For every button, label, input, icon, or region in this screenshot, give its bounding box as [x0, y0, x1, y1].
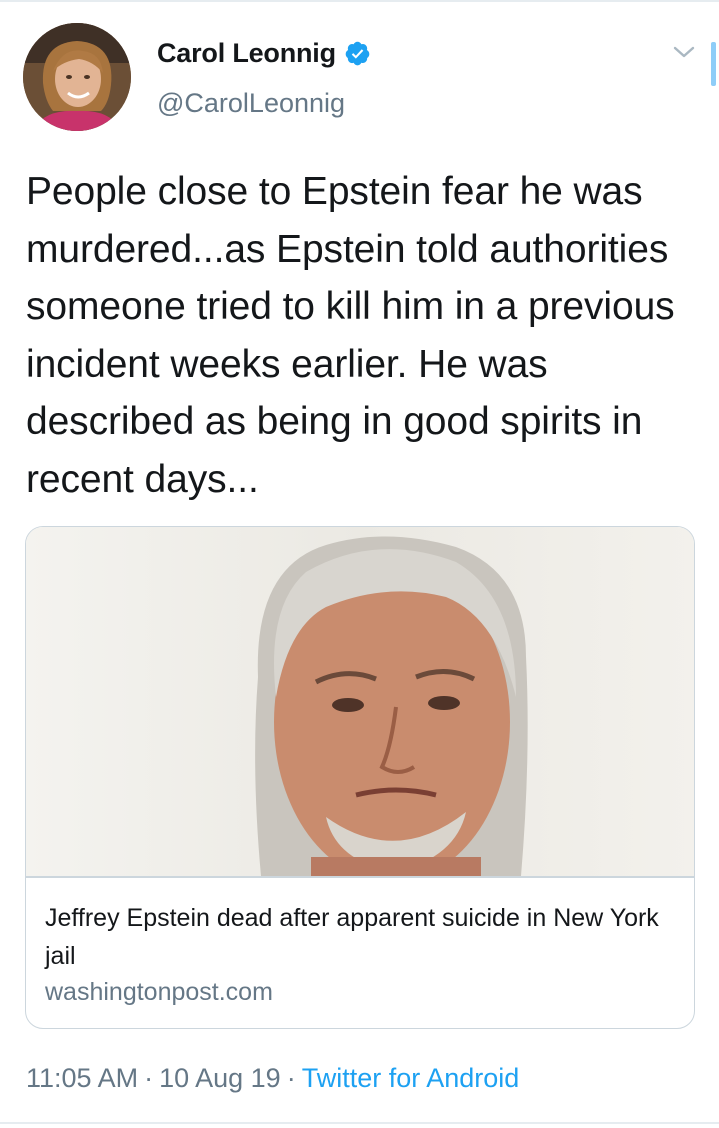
card-divider [26, 876, 694, 878]
author-name-row[interactable]: Carol Leonnig [157, 38, 371, 69]
card-domain[interactable]: washingtonpost.com [45, 978, 273, 1007]
tweet-meta: 11:05 AM · 10 Aug 19 · Twitter for Android [26, 1063, 519, 1094]
author-name[interactable]: Carol Leonnig [157, 38, 336, 69]
tweet-source-link[interactable]: Twitter for Android [302, 1063, 520, 1093]
tweet-date[interactable]: 10 Aug 19 [159, 1063, 281, 1093]
card-title[interactable]: Jeffrey Epstein dead after apparent suic… [45, 899, 675, 975]
tweet-text: People close to Epstein fear he was murd… [26, 170, 675, 501]
author-handle[interactable]: @CarolLeonnig [157, 88, 345, 119]
card-image [26, 527, 694, 876]
verified-badge-icon [345, 41, 370, 66]
meta-separator: · [144, 1063, 154, 1093]
tweet-time[interactable]: 11:05 AM [26, 1063, 138, 1093]
bottom-divider [0, 1122, 719, 1124]
meta-separator: · [286, 1063, 296, 1093]
chevron-down-icon[interactable] [672, 44, 696, 60]
link-card[interactable]: Jeffrey Epstein dead after apparent suic… [25, 526, 695, 1029]
top-divider [0, 0, 719, 2]
avatar[interactable] [23, 23, 131, 131]
scrollbar[interactable] [711, 42, 716, 86]
